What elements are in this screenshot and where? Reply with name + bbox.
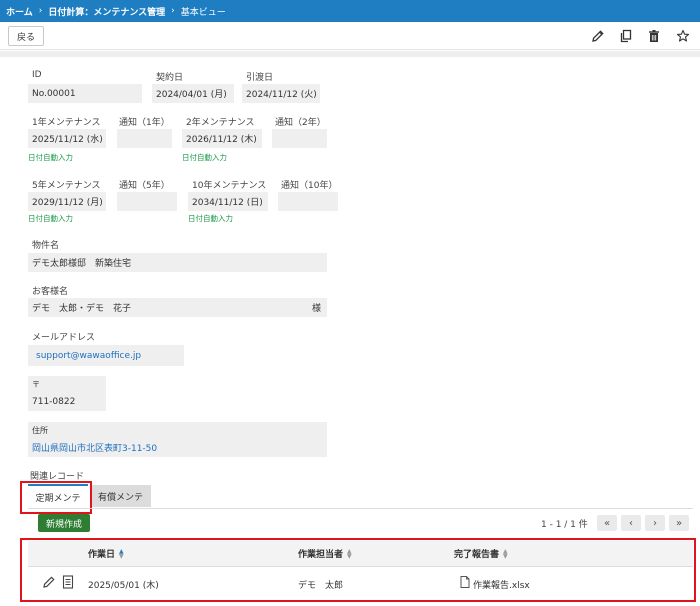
row-report-link[interactable]: 作業報告.xlsx — [473, 578, 530, 591]
column-staff-label: 作業担当者 — [298, 550, 344, 560]
pencil-icon[interactable] — [590, 28, 606, 44]
highlight-tab-box — [20, 481, 92, 514]
id-label: ID — [32, 70, 42, 80]
property-name-label: 物件名 — [32, 241, 60, 251]
last-page-icon[interactable]: » — [669, 515, 689, 531]
tab-paid-maintenance[interactable]: 有償メンテ — [90, 485, 151, 507]
new-record-button[interactable]: 新規作成 — [38, 514, 90, 532]
breadcrumb-app[interactable]: 日付計算：メンテナンス管理 — [48, 5, 165, 18]
maintenance-10y-auto-note: 日付自動入力 — [188, 214, 233, 223]
sort-icon[interactable]: ▲ ▼ — [347, 548, 352, 559]
notice-5y-label: 通知（5年） — [119, 181, 170, 191]
customer-name-label: お客様名 — [32, 287, 69, 297]
notice-2y-value — [272, 129, 327, 148]
id-value: No.00001 — [28, 84, 142, 103]
pager-count: 1 - 1 / 1 件 — [541, 520, 588, 530]
row-staff: デモ 太郎 — [298, 581, 344, 591]
breadcrumb-separator: › — [38, 6, 43, 16]
copy-icon[interactable] — [618, 28, 634, 44]
star-icon[interactable] — [675, 28, 691, 44]
email-label: メールアドレス — [32, 333, 96, 343]
toolbar-divider — [0, 51, 700, 57]
trash-icon[interactable] — [646, 28, 662, 44]
maintenance-5y-label: 5年メンテナンス — [32, 181, 101, 191]
email-link[interactable]: support@wawaoffice.jp — [28, 345, 184, 366]
tab-divider — [28, 508, 693, 509]
back-button[interactable]: 戻る — [8, 26, 44, 46]
row-detail-document-icon[interactable] — [62, 575, 74, 589]
maintenance-2y-value: 2026/11/12 (木) — [182, 129, 262, 148]
notice-1y-value — [117, 129, 172, 148]
column-header-work-date[interactable]: 作業日 ▲ ▼ — [88, 547, 124, 560]
file-icon — [460, 576, 470, 588]
maintenance-1y-label: 1年メンテナンス — [32, 118, 101, 128]
zip-value: 711-0822 — [28, 392, 106, 411]
contract-date-label: 契約日 — [156, 73, 184, 83]
maintenance-10y-label: 10年メンテナンス — [192, 181, 267, 191]
zip-label: 〒 — [28, 376, 106, 392]
maintenance-1y-value: 2025/11/12 (水) — [28, 129, 106, 148]
address-link[interactable]: 岡山県岡山市北区表町3-11-50 — [28, 438, 327, 457]
notice-5y-value — [117, 192, 177, 211]
row-edit-pencil-icon[interactable] — [42, 575, 56, 589]
maintenance-10y-value: 2034/11/12 (日) — [188, 192, 268, 211]
customer-honorific: 様 — [311, 304, 321, 314]
notice-10y-label: 通知（10年） — [281, 181, 338, 191]
breadcrumb: ホーム › 日付計算：メンテナンス管理 › 基本ビュー — [0, 0, 700, 22]
first-page-icon[interactable]: « — [597, 515, 617, 531]
sort-icon[interactable]: ▲ ▼ — [119, 548, 124, 559]
customer-name-field: デモ 太郎・デモ 花子 様 — [28, 298, 327, 317]
breadcrumb-separator: › — [171, 6, 175, 16]
breadcrumb-home[interactable]: ホーム — [6, 5, 33, 18]
maintenance-5y-value: 2029/11/12 (月) — [28, 192, 106, 211]
table-header — [28, 541, 693, 567]
delivery-date-value: 2024/11/12 (火) — [242, 84, 320, 103]
customer-name-value: デモ 太郎・デモ 花子 — [32, 304, 132, 314]
contract-date-value: 2024/04/01 (月) — [152, 84, 234, 103]
notice-10y-value — [278, 192, 338, 211]
maintenance-2y-auto-note: 日付自動入力 — [182, 153, 227, 162]
property-name-value: デモ太郎様邸 新築住宅 — [28, 253, 327, 272]
maintenance-5y-auto-note: 日付自動入力 — [28, 214, 73, 223]
sort-icon[interactable]: ▲ ▼ — [503, 548, 508, 559]
notice-1y-label: 通知（1年） — [119, 118, 170, 128]
maintenance-2y-label: 2年メンテナンス — [186, 118, 255, 128]
column-header-staff[interactable]: 作業担当者 ▲ ▼ — [298, 547, 352, 560]
maintenance-1y-auto-note: 日付自動入力 — [28, 153, 73, 162]
next-page-icon[interactable]: › — [645, 515, 665, 531]
notice-2y-label: 通知（2年） — [275, 118, 326, 128]
breadcrumb-view: 基本ビュー — [180, 7, 226, 18]
prev-page-icon[interactable]: ‹ — [621, 515, 641, 531]
column-header-report[interactable]: 完了報告書 ▲ ▼ — [454, 547, 508, 560]
column-report-label: 完了報告書 — [454, 550, 500, 560]
row-work-date: 2025/05/01 (木) — [88, 581, 159, 591]
address-label: 住所 — [28, 422, 327, 438]
delivery-date-label: 引渡日 — [246, 73, 274, 83]
column-work-date-label: 作業日 — [88, 550, 116, 560]
